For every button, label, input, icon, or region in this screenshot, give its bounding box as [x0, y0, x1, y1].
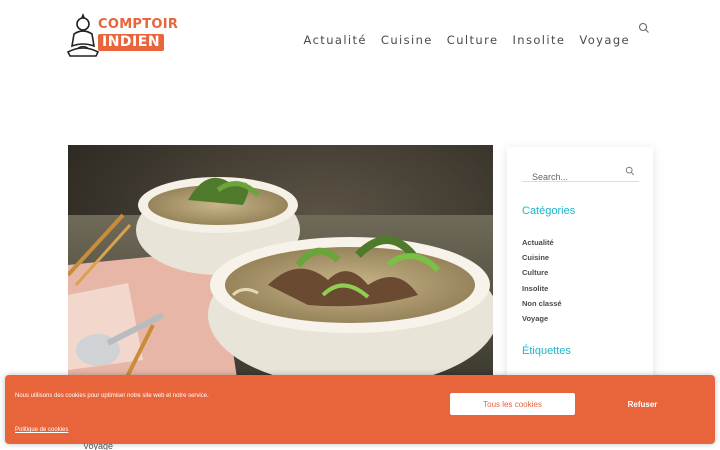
nav-item-actualite[interactable]: Actualité — [304, 33, 367, 47]
nav-item-cuisine[interactable]: Cuisine — [381, 33, 433, 47]
cookie-policy-link[interactable]: Politique de cookies — [15, 427, 68, 433]
logo-line2: INDIEN — [98, 34, 165, 51]
main-nav: Actualité Cuisine Culture Insolite Voyag… — [304, 33, 631, 47]
nav-item-voyage[interactable]: Voyage — [579, 33, 630, 47]
category-item-insolite[interactable]: Insolite — [522, 281, 562, 296]
refuse-cookies-button[interactable]: Refuser — [605, 393, 680, 415]
category-item-voyage[interactable]: Voyage — [522, 311, 562, 326]
categories-list: Actualité Cuisine Culture Insolite Non c… — [522, 235, 562, 326]
sidebar: Catégories Actualité Cuisine Culture Ins… — [507, 147, 653, 397]
tags-title: Étiquettes — [522, 345, 571, 357]
search-icon[interactable] — [638, 19, 650, 33]
cookie-message: Nous utilisons des cookies pour optimise… — [15, 393, 209, 399]
logo-wordmark: COMPTOIR INDIEN — [98, 17, 179, 51]
categories-title: Catégories — [522, 205, 576, 217]
category-item-cuisine[interactable]: Cuisine — [522, 250, 562, 265]
sidebar-search — [522, 165, 639, 182]
post-featured-image[interactable] — [68, 145, 493, 385]
nav-item-culture[interactable]: Culture — [447, 33, 499, 47]
category-item-non-classe[interactable]: Non classé — [522, 296, 562, 311]
search-input[interactable] — [522, 171, 622, 182]
nav-item-insolite[interactable]: Insolite — [512, 33, 565, 47]
category-item-culture[interactable]: Culture — [522, 265, 562, 280]
category-item-actualite[interactable]: Actualité — [522, 235, 562, 250]
buddha-icon — [66, 13, 100, 57]
search-icon[interactable] — [625, 166, 635, 176]
logo-line1: COMPTOIR — [98, 17, 179, 32]
accept-cookies-button[interactable]: Tous les cookies — [450, 393, 575, 415]
cookie-banner: Nous utilisons des cookies pour optimise… — [5, 375, 715, 444]
